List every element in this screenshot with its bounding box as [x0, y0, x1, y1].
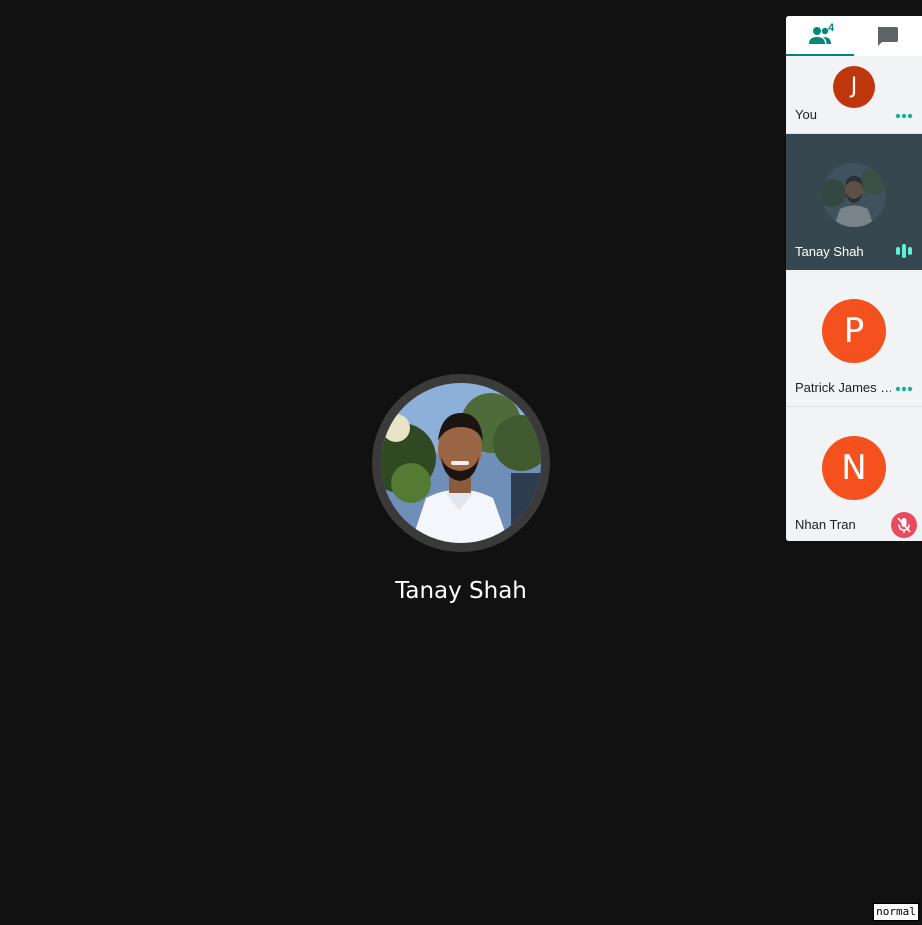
participants-panel: 4 J You Tanay Shah P Patrick James … N N… [786, 16, 922, 541]
avatar: N [822, 436, 886, 500]
participant-tile-patrick-james[interactable]: P Patrick James … [786, 270, 922, 407]
participant-tile-you[interactable]: J You [786, 56, 922, 134]
more-options-icon[interactable] [895, 113, 913, 119]
featured-speaker-name: Tanay Shah [395, 578, 527, 604]
chat-icon [878, 27, 898, 46]
participant-count-badge: 4 [828, 22, 835, 34]
avatar: P [822, 299, 886, 363]
microphone-muted-icon [891, 512, 917, 538]
avatar: J [833, 66, 875, 108]
featured-speaker-photo [381, 383, 541, 543]
speaking-indicator-icon [896, 244, 912, 258]
participant-name: You [795, 107, 817, 122]
panel-tabs: 4 [786, 16, 922, 56]
mode-label: normal [873, 903, 919, 921]
featured-speaker-avatar [372, 374, 550, 552]
participant-tile-nhan-tran[interactable]: N Nhan Tran [786, 407, 922, 541]
participant-name: Nhan Tran [795, 517, 856, 532]
call-stage: Tanay Shah 4 J You Tanay Shah P Patrick … [0, 0, 922, 925]
participant-tile-tanay-shah[interactable]: Tanay Shah [786, 134, 922, 270]
avatar [822, 163, 886, 227]
tab-participants[interactable]: 4 [786, 16, 854, 56]
tab-chat[interactable] [854, 16, 922, 56]
more-options-icon[interactable] [895, 386, 913, 392]
participant-name: Tanay Shah [795, 244, 864, 259]
participant-name: Patrick James … [795, 380, 891, 395]
